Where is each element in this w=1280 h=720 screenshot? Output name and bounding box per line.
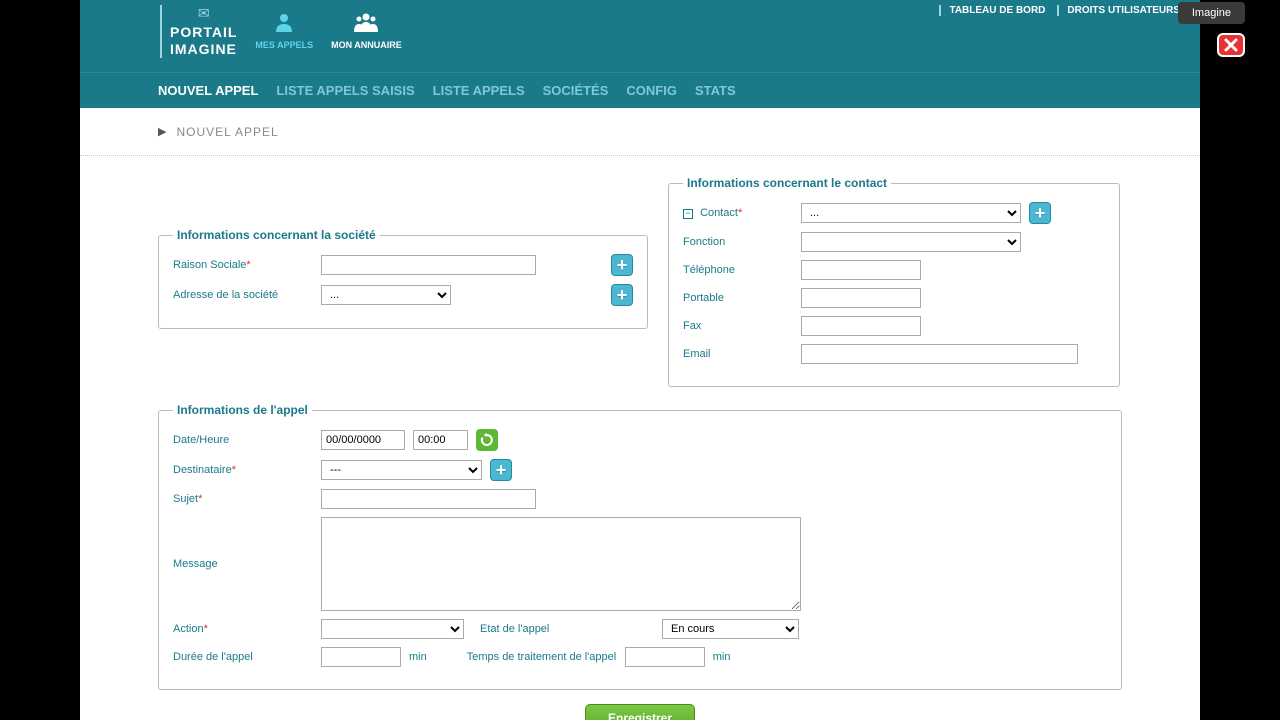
close-icon [1223,37,1239,53]
portal-logo: ✉ PORTAIL IMAGINE [160,5,237,58]
label-temps: Temps de traitement de l'appel [435,651,617,663]
add-destinataire-button[interactable]: + [490,459,512,481]
chevron-right-icon: ▶ [158,125,166,138]
top-links: TABLEAU DE BORD DROITS UTILISATEURS Imag… [939,5,1180,16]
imagine-badge: Imagine [1178,2,1245,24]
row-portable: Portable [683,288,1105,308]
group-icon [353,12,379,38]
label-adresse-societe: Adresse de la société [173,289,313,301]
nav-my-calls-label: MES APPELS [255,40,313,50]
portal-title: PORTAIL IMAGINE [170,24,237,58]
breadcrumb: ▶ NOUVEL APPEL [80,108,1200,156]
row-raison-sociale: Raison Sociale* + [173,254,633,276]
row-sujet: Sujet* [173,489,1107,509]
label-telephone: Téléphone [683,264,793,276]
input-duree[interactable] [321,647,401,667]
unit-temps: min [713,651,731,663]
header: ✉ PORTAIL IMAGINE MES APPELS [80,0,1200,72]
menu-config[interactable]: CONFIG [626,83,677,98]
textarea-message[interactable] [321,517,801,611]
row-message: Message [173,517,1107,611]
label-duree: Durée de l'appel [173,651,313,663]
fieldset-appel: Informations de l'appel Date/Heure Desti… [158,403,1122,690]
legend-contact: Informations concernant le contact [683,176,891,190]
row-duree-temps: Durée de l'appel min Temps de traitement… [173,647,1107,667]
logo-block: ✉ PORTAIL IMAGINE MES APPELS [160,5,402,58]
row-fax: Fax [683,316,1105,336]
fieldset-contact: Informations concernant le contact − Con… [668,176,1120,387]
row-fonction: Fonction [683,232,1105,252]
label-destinataire: Destinataire* [173,464,313,476]
nav-directory[interactable]: MON ANNUAIRE [331,12,402,50]
link-user-rights[interactable]: DROITS UTILISATEURS [1057,5,1180,16]
menu-societes[interactable]: SOCIÉTÉS [543,83,609,98]
select-action[interactable] [321,619,464,639]
nav-my-calls[interactable]: MES APPELS [255,12,313,50]
submit-row: Enregistrer [158,704,1122,720]
select-etat[interactable]: En cours [662,619,799,639]
input-sujet[interactable] [321,489,536,509]
nav-directory-label: MON ANNUAIRE [331,40,402,50]
refresh-icon [480,433,494,447]
legend-societe: Informations concernant la société [173,228,380,242]
label-fax: Fax [683,320,793,332]
input-portable[interactable] [801,288,921,308]
add-societe-button[interactable]: + [611,254,633,276]
unit-duree: min [409,651,427,663]
person-icon [274,12,294,38]
input-date[interactable] [321,430,405,450]
add-adresse-button[interactable]: + [611,284,633,306]
label-contact: − Contact* [683,207,793,219]
collapse-icon[interactable]: − [683,209,693,219]
page: ✉ PORTAIL IMAGINE MES APPELS [0,0,1280,720]
sidebar-left [0,0,80,720]
refresh-datetime-button[interactable] [476,429,498,451]
portal-title-line2: IMAGINE [170,41,237,58]
menu-stats[interactable]: STATS [695,83,736,98]
label-date: Date/Heure [173,434,313,446]
add-contact-button[interactable]: + [1029,202,1051,224]
label-action: Action* [173,623,313,635]
row-destinataire: Destinataire* --- + [173,459,1107,481]
row-adresse-societe: Adresse de la société ... + [173,284,633,306]
label-sujet: Sujet* [173,493,313,505]
fieldset-societe: Informations concernant la société Raiso… [158,228,648,329]
content: ✉ PORTAIL IMAGINE MES APPELS [80,0,1200,720]
label-raison-sociale: Raison Sociale* [173,259,313,271]
row-contact: − Contact* ... + [683,202,1105,224]
menu-nouvel-appel[interactable]: NOUVEL APPEL [158,83,258,98]
label-portable: Portable [683,292,793,304]
row-email: Email [683,344,1105,364]
link-dashboard[interactable]: TABLEAU DE BORD [939,5,1045,16]
menubar: NOUVEL APPEL LISTE APPELS SAISIS LISTE A… [80,72,1200,108]
close-button[interactable] [1217,33,1245,57]
butterfly-icon: ✉ [170,5,237,22]
select-destinataire[interactable]: --- [321,460,482,480]
label-email: Email [683,348,793,360]
menu-liste-appels-saisis[interactable]: LISTE APPELS SAISIS [276,83,414,98]
breadcrumb-label: NOUVEL APPEL [176,125,278,139]
row-date: Date/Heure [173,429,1107,451]
menu-liste-appels[interactable]: LISTE APPELS [433,83,525,98]
row-telephone: Téléphone [683,260,1105,280]
label-fonction: Fonction [683,236,793,248]
legend-appel: Informations de l'appel [173,403,312,417]
input-temps[interactable] [625,647,705,667]
select-adresse-societe[interactable]: ... [321,285,451,305]
form-area: Informations concernant la société Raiso… [80,156,1200,720]
portal-title-line1: PORTAIL [170,24,237,41]
sidebar-right [1200,0,1280,720]
input-telephone[interactable] [801,260,921,280]
label-message: Message [173,558,313,570]
row-action-etat: Action* Etat de l'appel En cours [173,619,1107,639]
input-raison-sociale[interactable] [321,255,536,275]
input-email[interactable] [801,344,1078,364]
select-contact[interactable]: ... [801,203,1021,223]
input-fax[interactable] [801,316,921,336]
input-time[interactable] [413,430,468,450]
top-fieldsets: Informations concernant la société Raiso… [158,176,1122,387]
save-button[interactable]: Enregistrer [585,704,695,720]
select-fonction[interactable] [801,232,1021,252]
label-etat: Etat de l'appel [472,623,654,635]
